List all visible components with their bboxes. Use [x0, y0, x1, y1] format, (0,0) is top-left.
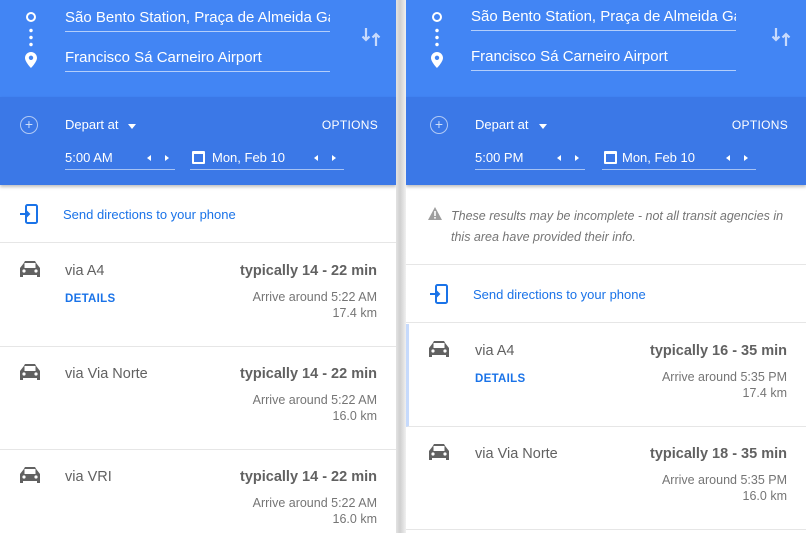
date-field[interactable]: Mon, Feb 10: [190, 146, 344, 170]
origin-input[interactable]: São Bento Station, Praça de Almeida Ga: [471, 5, 736, 31]
directions-panel-right: São Bento Station, Praça de Almeida Ga F…: [406, 0, 806, 533]
route-duration: typically 18 - 35 min: [649, 446, 787, 462]
route-via: via A4: [475, 343, 515, 359]
add-circle-icon[interactable]: +: [430, 116, 448, 134]
depart-at-dropdown[interactable]: Depart at: [475, 117, 528, 132]
options-button[interactable]: OPTIONS: [322, 118, 378, 132]
arrival-time: Arrive around 5:22 AM: [252, 496, 377, 510]
options-button[interactable]: OPTIONS: [732, 118, 788, 132]
send-to-phone-row[interactable]: Send directions to your phone: [406, 265, 806, 323]
date-value: Mon, Feb 10: [622, 150, 695, 165]
time-next-icon[interactable]: [165, 155, 169, 161]
time-field[interactable]: 5:00 AM: [65, 146, 175, 170]
send-directions-link[interactable]: Send directions to your phone: [473, 287, 646, 302]
car-icon: [20, 467, 40, 483]
pin-icon: [25, 52, 37, 68]
time-prev-icon[interactable]: [147, 155, 151, 161]
add-circle-icon[interactable]: +: [20, 116, 38, 134]
send-to-phone-icon: [430, 284, 448, 304]
route-via: via Via Norte: [65, 366, 148, 382]
arrival-time: Arrive around 5:35 PM: [661, 370, 787, 384]
route-duration: typically 14 - 22 min: [239, 366, 377, 382]
route-header: São Bento Station, Praça de Almeida Ga F…: [406, 0, 806, 97]
date-field[interactable]: Mon, Feb 10: [602, 146, 756, 170]
depart-section: [0, 97, 396, 185]
incomplete-results-notice: These results may be incomplete - not al…: [406, 185, 806, 265]
arrival-time: Arrive around 5:22 AM: [252, 393, 377, 407]
time-prev-icon[interactable]: [557, 155, 561, 161]
chevron-down-icon[interactable]: [539, 124, 547, 129]
route-dots: [435, 27, 439, 49]
swap-arrows-icon[interactable]: [360, 26, 382, 48]
route-duration: typically 14 - 22 min: [239, 469, 377, 485]
time-next-icon[interactable]: [575, 155, 579, 161]
date-prev-icon[interactable]: [314, 155, 318, 161]
chevron-down-icon[interactable]: [128, 124, 136, 129]
route-option[interactable]: via Via Norte typically 18 - 35 min Arri…: [406, 427, 806, 530]
swap-arrows-icon[interactable]: [770, 26, 792, 48]
send-to-phone-icon: [20, 204, 38, 224]
route-distance: 17.4 km: [742, 386, 787, 400]
time-field[interactable]: 5:00 PM: [475, 146, 585, 170]
directions-panel-left: São Bento Station, Praça de Almeida Ga F…: [0, 0, 396, 533]
date-value: Mon, Feb 10: [212, 150, 285, 165]
arrival-time: Arrive around 5:22 AM: [252, 290, 377, 304]
warning-text: These results may be incomplete - not al…: [451, 209, 784, 244]
destination-input[interactable]: Francisco Sá Carneiro Airport: [65, 46, 330, 72]
time-value: 5:00 AM: [65, 150, 113, 165]
send-directions-link[interactable]: Send directions to your phone: [63, 207, 236, 222]
route-via: via A4: [65, 263, 105, 279]
route-via: via VRI: [65, 469, 112, 485]
route-duration: typically 14 - 22 min: [239, 263, 377, 279]
date-prev-icon[interactable]: [726, 155, 730, 161]
car-icon: [20, 261, 40, 277]
route-header: São Bento Station, Praça de Almeida Ga F…: [0, 0, 396, 97]
calendar-icon: [604, 151, 617, 164]
route-option[interactable]: via VRI typically 14 - 22 min Arrive aro…: [0, 450, 396, 533]
route-distance: 17.4 km: [332, 306, 377, 320]
route-option[interactable]: via A4 DETAILS typically 14 - 22 min Arr…: [0, 244, 396, 347]
date-next-icon[interactable]: [744, 155, 748, 161]
route-via: via Via Norte: [475, 446, 558, 462]
time-value: 5:00 PM: [475, 150, 524, 165]
send-to-phone-row[interactable]: Send directions to your phone: [0, 185, 396, 243]
route-distance: 16.0 km: [332, 409, 377, 423]
route-dots: [29, 27, 33, 49]
depart-section: [406, 97, 806, 185]
car-icon: [429, 444, 449, 460]
route-distance: 16.0 km: [742, 489, 787, 503]
details-link[interactable]: DETAILS: [65, 293, 115, 305]
origin-circle-icon: [26, 12, 36, 22]
route-distance: 16.0 km: [332, 512, 377, 526]
route-option[interactable]: via Via Norte typically 14 - 22 min Arri…: [0, 347, 396, 450]
car-icon: [20, 364, 40, 380]
route-duration: typically 16 - 35 min: [649, 343, 787, 359]
route-option-selected[interactable]: via A4 DETAILS typically 16 - 35 min Arr…: [406, 324, 806, 427]
date-next-icon[interactable]: [332, 155, 336, 161]
details-link[interactable]: DETAILS: [475, 373, 525, 385]
calendar-icon: [192, 151, 205, 164]
origin-input[interactable]: São Bento Station, Praça de Almeida Ga: [65, 6, 330, 32]
car-icon: [429, 341, 449, 357]
destination-input[interactable]: Francisco Sá Carneiro Airport: [471, 45, 736, 71]
panel-divider: [396, 0, 406, 533]
origin-circle-icon: [432, 12, 442, 22]
warning-icon: [428, 207, 442, 220]
arrival-time: Arrive around 5:35 PM: [661, 473, 787, 487]
pin-icon: [431, 52, 443, 68]
depart-at-dropdown[interactable]: Depart at: [65, 117, 118, 132]
